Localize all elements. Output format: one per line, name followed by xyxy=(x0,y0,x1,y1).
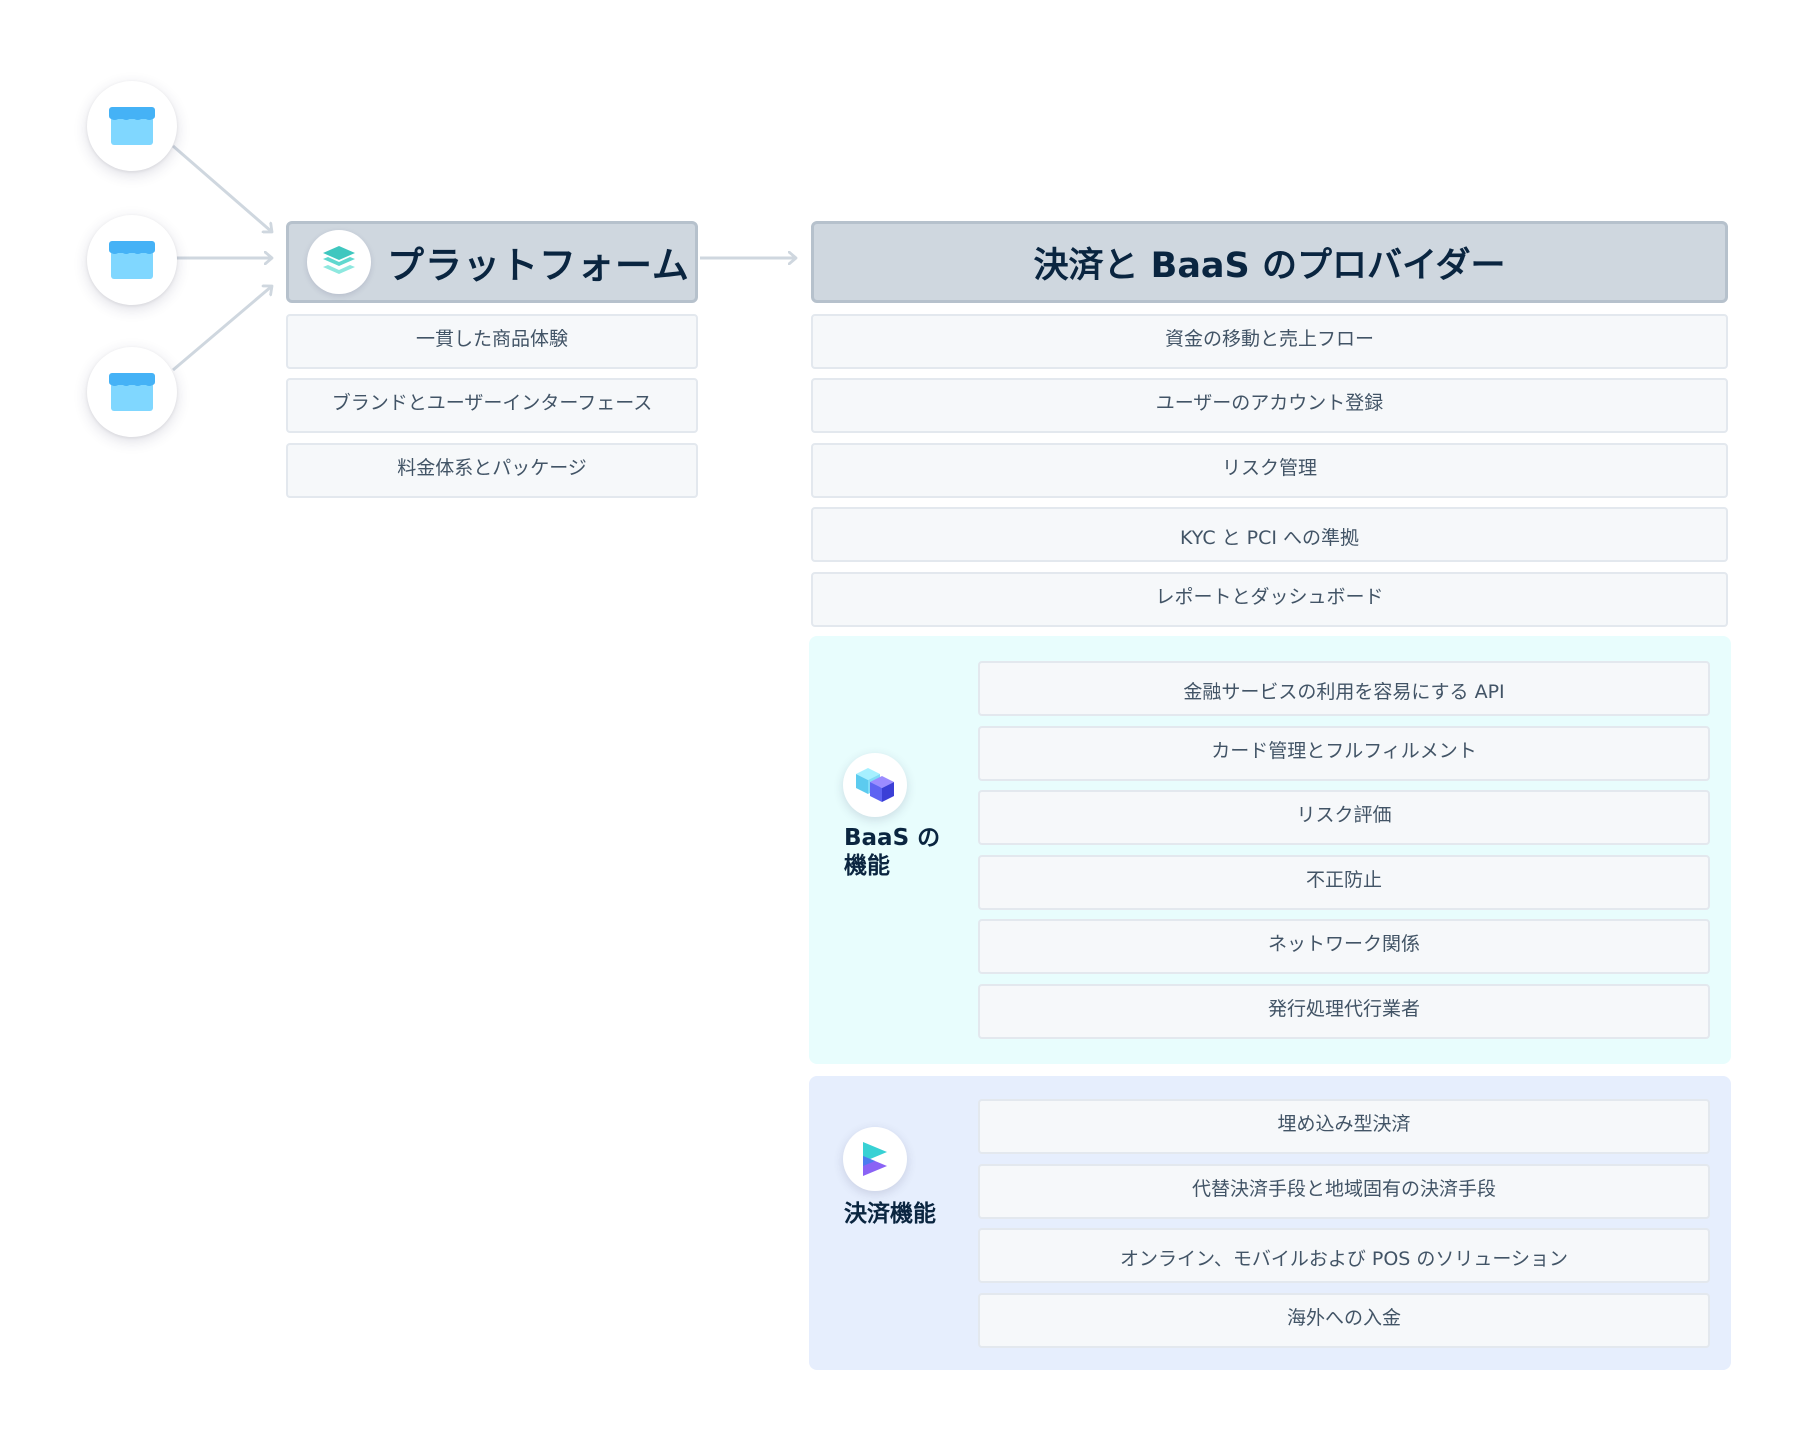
store-circle-2 xyxy=(87,215,177,305)
baas-item: カード管理とフルフィルメント xyxy=(978,726,1710,781)
arrow-store1-platform xyxy=(172,144,272,232)
store-icon xyxy=(109,241,155,279)
arrow-store3-platform xyxy=(172,286,272,372)
provider-item: 資金の移動と売上フロー xyxy=(811,314,1728,369)
store-circle-3 xyxy=(87,347,177,437)
baas-item: ネットワーク関係 xyxy=(978,919,1710,974)
payments-item: オンライン、モバイルおよび POS のソリューション xyxy=(978,1228,1710,1283)
play-icon xyxy=(863,1142,887,1176)
baas-title: BaaS の機能 xyxy=(844,825,941,879)
payments-item: 代替決済手段と地域固有の決済手段 xyxy=(978,1164,1710,1219)
platform-item: ブランドとユーザーインターフェース xyxy=(286,378,698,433)
baas-item: 金融サービスの利用を容易にする API xyxy=(978,661,1710,716)
store-circle-1 xyxy=(87,81,177,171)
provider-header: 決済と BaaS のプロバイダー xyxy=(811,221,1728,303)
baas-item: リスク評価 xyxy=(978,790,1710,845)
payments-item: 海外への入金 xyxy=(978,1293,1710,1348)
provider-item: レポートとダッシュボード xyxy=(811,572,1728,627)
provider-item: ユーザーのアカウント登録 xyxy=(811,378,1728,433)
baas-icon-badge xyxy=(843,753,907,817)
platform-header: プラットフォーム xyxy=(286,221,698,303)
platform-item: 料金体系とパッケージ xyxy=(286,443,698,498)
baas-item: 不正防止 xyxy=(978,855,1710,910)
provider-item: KYC と PCI への準拠 xyxy=(811,507,1728,562)
layers-icon xyxy=(323,246,355,274)
layers-icon-badge xyxy=(307,230,371,294)
payments-icon-badge xyxy=(843,1127,907,1191)
store-icon xyxy=(109,373,155,411)
platform-title: プラットフォーム xyxy=(387,244,690,287)
payments-item: 埋め込み型決済 xyxy=(978,1099,1710,1154)
cube-icon xyxy=(856,768,894,802)
baas-item: 発行処理代行業者 xyxy=(978,984,1710,1039)
store-icon xyxy=(109,107,155,145)
provider-title: 決済と BaaS のプロバイダー xyxy=(1033,245,1506,286)
platform-item: 一貫した商品体験 xyxy=(286,314,698,369)
payments-title: 決済機能 xyxy=(844,1201,936,1227)
provider-item: リスク管理 xyxy=(811,443,1728,498)
